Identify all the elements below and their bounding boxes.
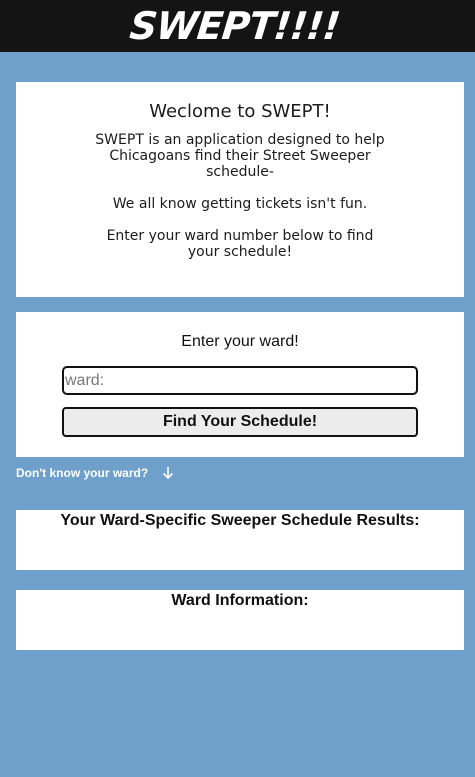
ward-information-card: Ward Information: [16, 590, 464, 650]
welcome-paragraph-tickets: We all know getting tickets isn't fun. [112, 196, 368, 212]
dont-know-ward-label: Don't know your ward? [16, 466, 149, 480]
schedule-results-heading: Your Ward-Specific Sweeper Schedule Resu… [60, 512, 420, 529]
ward-information-heading: Ward Information: [171, 592, 309, 609]
dont-know-ward-link[interactable]: Don't know your ward? [16, 466, 174, 480]
welcome-title: Weclome to SWEPT! [149, 101, 331, 122]
schedule-results-card: Your Ward-Specific Sweeper Schedule Resu… [16, 510, 464, 570]
welcome-paragraph-intro: SWEPT is an application designed to help… [95, 132, 385, 180]
ward-form-title: Enter your ward! [181, 333, 299, 350]
ward-form-card: Enter your ward! Find Your Schedule! [16, 312, 464, 457]
app-header: SWEPT!!!! [0, 0, 475, 52]
welcome-paragraph-instructions: Enter your ward number below to find you… [106, 228, 374, 260]
welcome-card: Weclome to SWEPT! SWEPT is an applicatio… [16, 82, 464, 297]
find-schedule-button[interactable]: Find Your Schedule! [62, 407, 418, 437]
arrow-down-icon [162, 466, 174, 480]
app-logo: SWEPT!!!! [127, 4, 342, 48]
ward-input[interactable] [62, 366, 418, 395]
